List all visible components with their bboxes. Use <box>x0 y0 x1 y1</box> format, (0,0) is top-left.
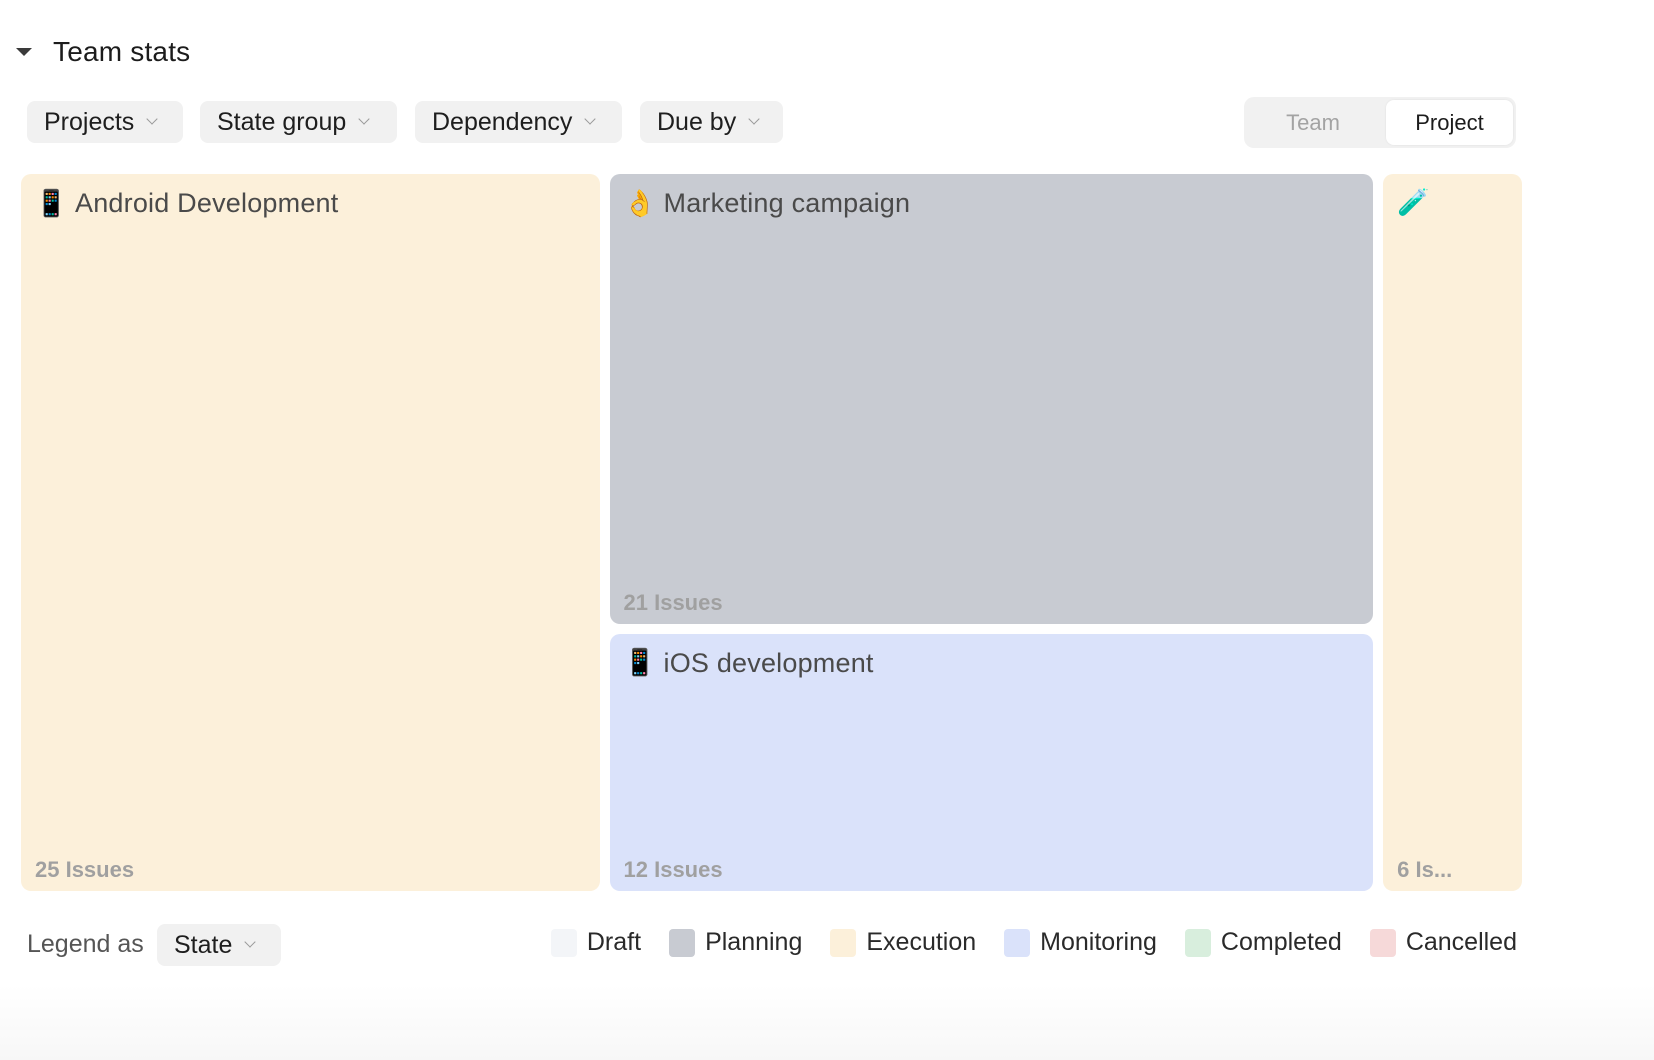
mobile-phone-icon: 📱 <box>35 188 68 219</box>
chevron-down-icon <box>748 113 760 125</box>
legend-label: Cancelled <box>1405 928 1517 956</box>
legend-label: Draft <box>586 928 642 956</box>
filter-projects[interactable]: Projects <box>27 101 183 143</box>
legend-item-draft: Draft <box>550 928 642 957</box>
tile-project-name: iOS development <box>663 647 874 678</box>
tile-header: 🧪 <box>1397 188 1437 218</box>
filter-dependency-label: Dependency <box>432 107 573 136</box>
legend-swatch <box>1004 928 1031 957</box>
legend-item-cancelled: Cancelled <box>1369 928 1517 957</box>
legend-swatch <box>830 928 857 957</box>
legend-as-select[interactable]: State <box>157 924 281 966</box>
legend-item-planning: Planning <box>669 928 802 957</box>
chevron-down-icon <box>584 113 597 125</box>
tile-project-name: Marketing campaign <box>663 188 911 218</box>
chevron-down-icon <box>358 113 370 125</box>
tile-header: 👌 Marketing campaign <box>624 188 911 219</box>
tile-issue-count: 12 Issues <box>623 856 723 882</box>
legend-item-completed: Completed <box>1184 928 1342 957</box>
chevron-down-icon <box>146 113 158 125</box>
toggle-team[interactable]: Team <box>1247 100 1379 145</box>
filter-projects-label: Projects <box>44 107 135 136</box>
treemap-tile[interactable]: 🧪 6 Is... <box>1383 174 1522 891</box>
section-title: Team stats <box>53 36 191 67</box>
tile-header: 📱 iOS development <box>624 648 874 679</box>
section-header[interactable]: Team stats <box>14 32 190 72</box>
tile-header: 📱 Android Development <box>35 188 338 219</box>
bottom-fade <box>0 985 1654 1060</box>
toggle-project[interactable]: Project <box>1386 100 1513 145</box>
treemap-tile[interactable]: 📱 iOS development 12 Issues <box>609 633 1374 891</box>
legend-as-label: Legend as <box>27 930 144 958</box>
filter-state-group-label: State group <box>217 107 347 136</box>
legend-swatch <box>669 928 696 957</box>
ok-hand-icon: 👌 <box>623 188 656 219</box>
treemap-chart: 📱 Android Development 25 Issues 👌 Marketing … <box>0 0 1654 1060</box>
filter-dependency[interactable]: Dependency <box>415 101 622 143</box>
filter-due-by-label: Due by <box>657 107 737 136</box>
caret-down-icon[interactable] <box>16 48 32 56</box>
legend-swatch <box>550 928 577 957</box>
treemap-tile[interactable]: 📱 Android Development 25 Issues <box>21 174 600 891</box>
legend-as-value: State <box>174 930 233 959</box>
chart-legend: Draft Planning Execution Monitoring Complete… <box>550 928 1517 957</box>
legend-label: Monitoring <box>1040 928 1157 956</box>
filter-state-group[interactable]: State group <box>200 101 397 143</box>
legend-label: Execution <box>866 928 977 956</box>
mobile-phone-icon: 📱 <box>623 648 656 679</box>
legend-label: Completed <box>1220 928 1342 956</box>
tile-project-name: Android Development <box>75 188 339 218</box>
view-toggle: Team Project <box>1244 97 1516 148</box>
legend-swatch <box>1184 928 1211 957</box>
legend-label: Planning <box>705 928 803 956</box>
tile-issue-count: 25 Issues <box>35 857 135 882</box>
tile-issue-count: 6 Is... <box>1397 857 1453 882</box>
test-tube-icon: 🧪 <box>1397 188 1430 218</box>
legend-item-execution: Execution <box>830 928 976 957</box>
filter-due-by[interactable]: Due by <box>640 101 783 143</box>
treemap-tile[interactable]: 👌 Marketing campaign 21 Issues <box>609 174 1374 624</box>
legend-item-monitoring: Monitoring <box>1004 928 1157 957</box>
legend-swatch <box>1369 928 1396 957</box>
chevron-down-icon <box>244 936 257 948</box>
tile-issue-count: 21 Issues <box>623 589 723 615</box>
